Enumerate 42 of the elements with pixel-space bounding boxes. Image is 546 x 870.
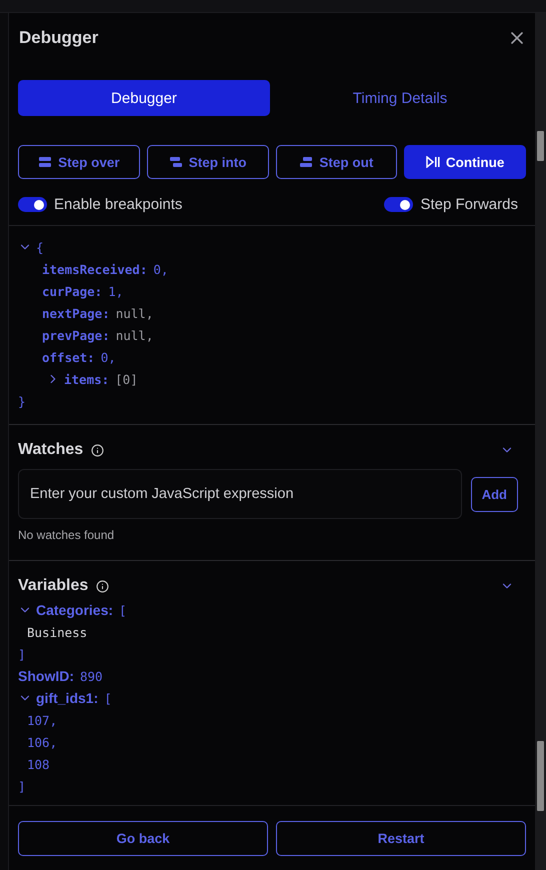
add-button[interactable]: Add <box>470 476 518 512</box>
toggle-label: Step Forwards <box>420 196 518 213</box>
step-button[interactable]: Step over <box>18 145 140 179</box>
brace: } <box>18 394 26 408</box>
property-key: itemsReceived: <box>42 262 148 276</box>
array-item: 108 <box>27 756 50 772</box>
empty-message: No watches found <box>18 528 116 542</box>
tab[interactable]: Timing Details <box>274 80 526 116</box>
array-item: 106, <box>27 734 58 750</box>
bracket: ] <box>18 646 26 662</box>
property-value: 0, <box>153 262 168 276</box>
array-item: 107, <box>27 712 58 728</box>
window-title: Debugger <box>19 28 98 48</box>
variable-value: 890 <box>80 668 103 684</box>
property-value: null, <box>116 328 154 342</box>
tab[interactable]: Debugger <box>18 80 270 116</box>
property-key: curPage: <box>42 284 102 298</box>
property-key: items: <box>64 372 110 386</box>
variable-key: ShowID: <box>18 668 74 684</box>
step-button[interactable]: Continue <box>404 145 526 179</box>
brace: { <box>36 240 44 254</box>
toggle-label: Enable breakpoints <box>54 196 182 213</box>
bracket: ] <box>18 778 26 794</box>
step-button[interactable]: Step out <box>276 145 398 179</box>
property-value: [0] <box>115 372 138 386</box>
property-value: 1, <box>108 284 124 298</box>
property-key: offset: <box>42 350 95 364</box>
section-title: Variables <box>18 577 88 595</box>
variable-key: Categories: <box>36 602 114 618</box>
bracket: [ <box>119 602 127 618</box>
property-value: 0, <box>100 350 116 364</box>
property-key: nextPage: <box>42 306 110 320</box>
bracket: [ <box>104 690 112 706</box>
step-button[interactable]: Step into <box>146 145 268 179</box>
property-value: null, <box>116 306 154 320</box>
footer-button[interactable]: Restart <box>276 821 526 856</box>
array-item: Business <box>27 624 88 640</box>
section-title: Watches <box>18 441 84 459</box>
variable-key: gift_ids1: <box>36 690 98 706</box>
expression-input[interactable]: Enter your custom JavaScript expression <box>18 469 462 519</box>
property-key: prevPage: <box>42 328 110 342</box>
footer-button[interactable]: Go back <box>18 821 268 856</box>
